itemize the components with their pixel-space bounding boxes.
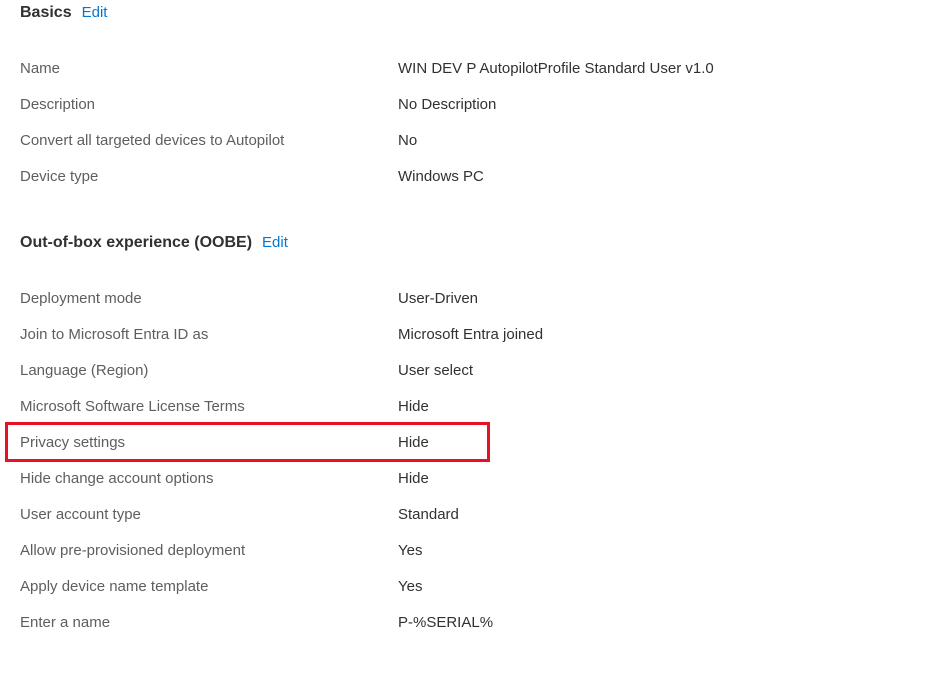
row-language-region: Language (Region) User select [20,352,927,388]
value-convert-targeted: No [398,132,417,149]
row-join-entra: Join to Microsoft Entra ID as Microsoft … [20,316,927,352]
value-privacy-settings: Hide [398,434,429,451]
row-name: Name WIN DEV P AutopilotProfile Standard… [20,50,927,86]
label-name: Name [20,60,398,77]
value-license-terms: Hide [398,398,429,415]
basics-title: Basics [20,4,72,22]
row-convert-targeted: Convert all targeted devices to Autopilo… [20,122,927,158]
label-pre-provisioned: Allow pre-provisioned deployment [20,542,398,559]
value-name: WIN DEV P AutopilotProfile Standard User… [398,60,714,77]
label-license-terms: Microsoft Software License Terms [20,398,398,415]
oobe-section-header: Out-of-box experience (OOBE) Edit [20,234,927,252]
oobe-title: Out-of-box experience (OOBE) [20,234,252,252]
label-device-type: Device type [20,168,398,185]
value-join-entra: Microsoft Entra joined [398,326,543,343]
value-pre-provisioned: Yes [398,542,422,559]
row-deployment-mode: Deployment mode User-Driven [20,280,927,316]
value-user-account-type: Standard [398,506,459,523]
label-convert-targeted: Convert all targeted devices to Autopilo… [20,132,398,149]
label-language-region: Language (Region) [20,362,398,379]
row-license-terms: Microsoft Software License Terms Hide [20,388,927,424]
label-deployment-mode: Deployment mode [20,290,398,307]
label-privacy-settings: Privacy settings [20,434,398,451]
row-device-type: Device type Windows PC [20,158,927,194]
basics-section-header: Basics Edit [20,4,927,22]
label-description: Description [20,96,398,113]
value-enter-name: P-%SERIAL% [398,614,493,631]
value-deployment-mode: User-Driven [398,290,478,307]
label-hide-change-account: Hide change account options [20,470,398,487]
label-device-name-template: Apply device name template [20,578,398,595]
row-device-name-template: Apply device name template Yes [20,568,927,604]
label-user-account-type: User account type [20,506,398,523]
label-join-entra: Join to Microsoft Entra ID as [20,326,398,343]
basics-edit-link[interactable]: Edit [82,4,108,21]
oobe-edit-link[interactable]: Edit [262,234,288,251]
label-enter-name: Enter a name [20,614,398,631]
row-description: Description No Description [20,86,927,122]
value-language-region: User select [398,362,473,379]
row-enter-name: Enter a name P-%SERIAL% [20,604,927,640]
row-hide-change-account: Hide change account options Hide [20,460,927,496]
value-hide-change-account: Hide [398,470,429,487]
value-device-type: Windows PC [398,168,484,185]
value-device-name-template: Yes [398,578,422,595]
row-privacy-settings: Privacy settings Hide [20,424,927,460]
value-description: No Description [398,96,496,113]
row-pre-provisioned: Allow pre-provisioned deployment Yes [20,532,927,568]
row-user-account-type: User account type Standard [20,496,927,532]
